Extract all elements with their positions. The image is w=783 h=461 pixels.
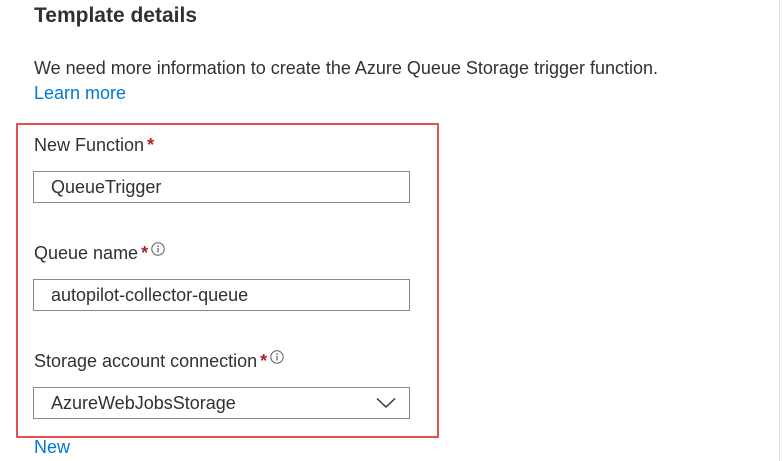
new-function-label: New Function — [34, 135, 145, 155]
info-icon[interactable] — [270, 350, 284, 364]
storage-connection-selected: AzureWebJobsStorage — [51, 393, 236, 413]
queue-name-label: Queue name — [34, 243, 139, 263]
info-icon[interactable] — [151, 242, 165, 256]
panel-divider — [779, 0, 780, 461]
template-description: We need more information to create the A… — [34, 58, 659, 78]
required-marker: * — [147, 135, 155, 155]
storage-connection-label-row: Storage account connection * — [34, 349, 284, 373]
new-function-input[interactable]: QueueTrigger — [33, 171, 410, 203]
queue-name-input[interactable]: autopilot-collector-queue — [33, 279, 410, 311]
learn-more-link[interactable]: Learn more — [34, 81, 126, 105]
chevron-down-icon — [376, 397, 396, 408]
queue-name-label-row: Queue name * — [34, 241, 165, 265]
storage-connection-dropdown[interactable]: AzureWebJobsStorage — [33, 387, 410, 419]
storage-connection-label: Storage account connection — [34, 351, 258, 371]
new-connection-link[interactable]: New — [34, 435, 70, 459]
required-marker: * — [141, 243, 149, 263]
page-title: Template details — [34, 4, 197, 27]
required-marker: * — [260, 351, 268, 371]
new-function-label-row: New Function * — [34, 133, 154, 157]
